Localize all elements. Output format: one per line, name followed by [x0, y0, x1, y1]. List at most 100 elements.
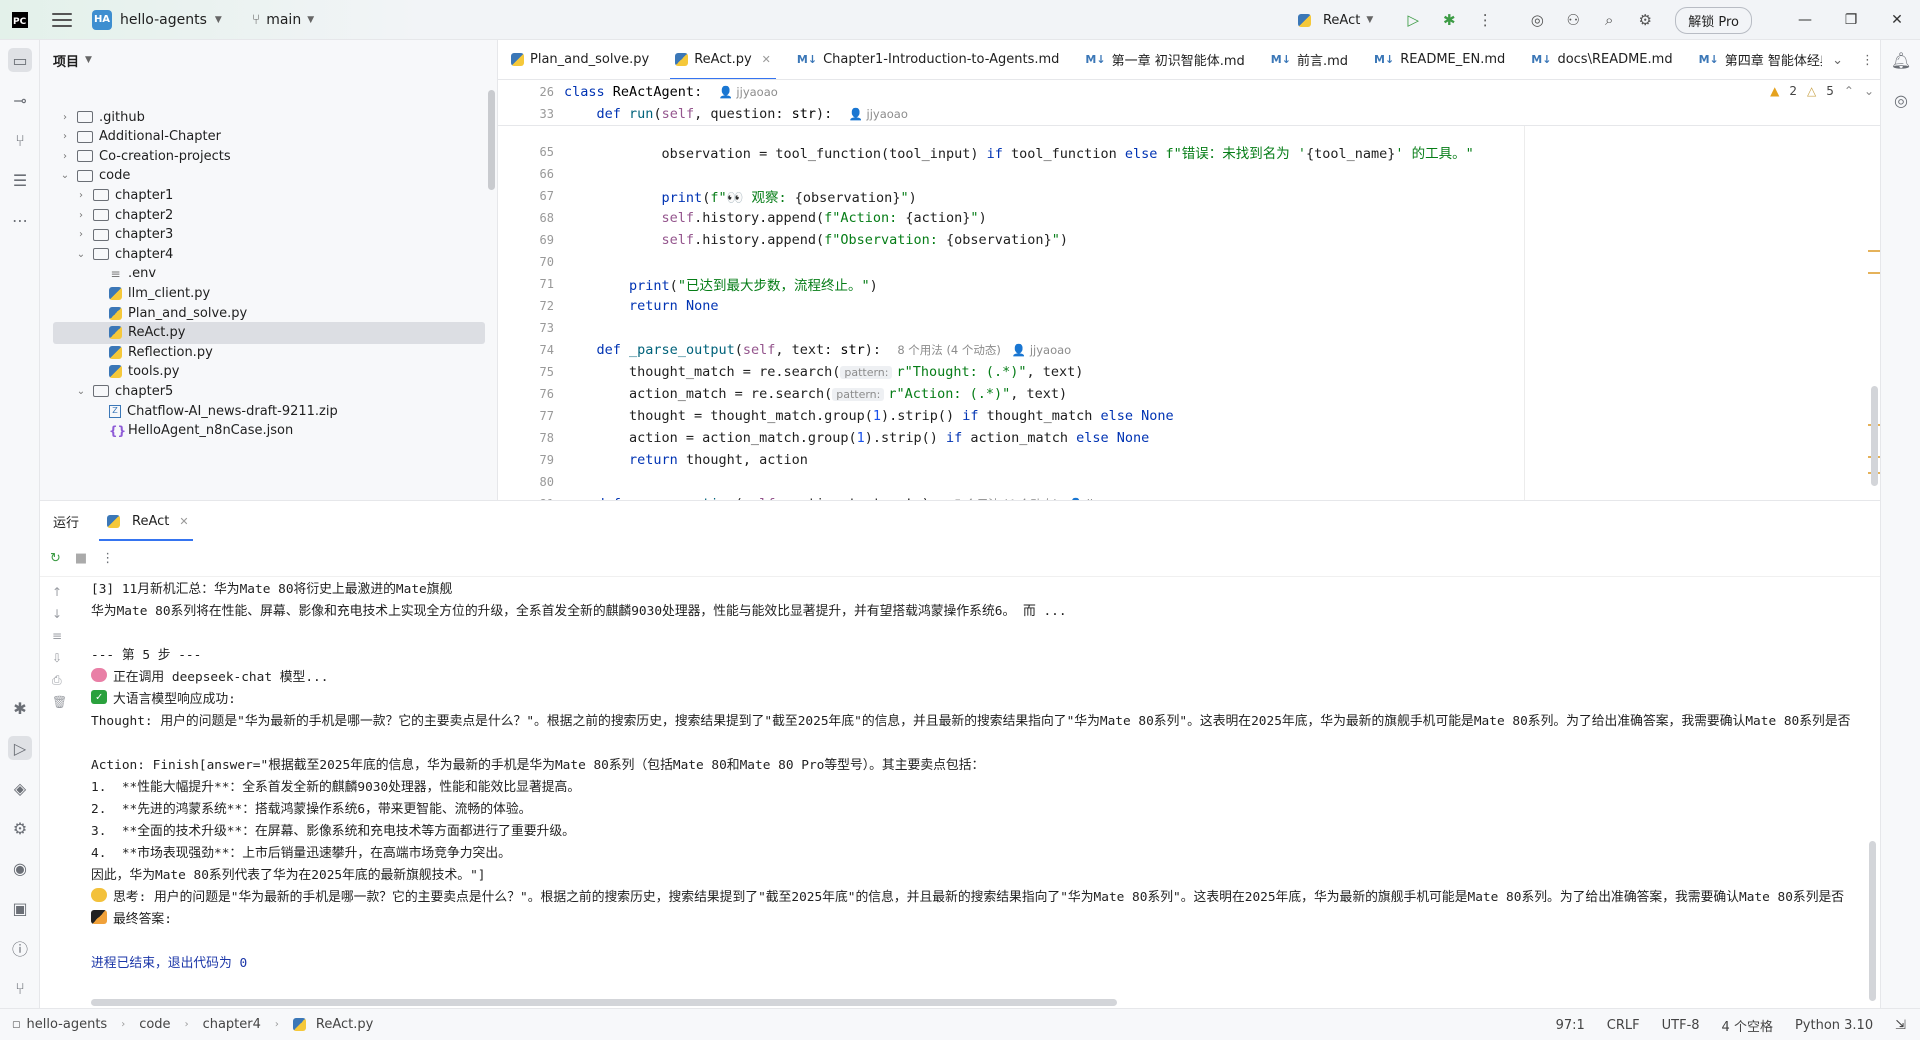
console-horizontal-scrollbar[interactable] — [91, 999, 1117, 1006]
settings-gear-icon[interactable]: ⚙ — [1635, 10, 1655, 30]
code-line[interactable]: 74 def _parse_output(self, text: str): 8… — [498, 339, 1880, 361]
app-logo[interactable]: PC — [12, 11, 28, 28]
python-interpreter[interactable]: Python 3.10 — [1795, 1018, 1873, 1033]
run-config-selector[interactable]: ReAct ▼ — [1294, 13, 1373, 28]
git-icon[interactable]: ⑂ — [8, 976, 32, 1000]
debug-tool-icon[interactable]: ✱ — [8, 696, 32, 720]
editor-scrollbar[interactable] — [1871, 386, 1878, 486]
chevron-right-icon[interactable]: › — [57, 112, 73, 123]
breadcrumb-item[interactable]: hello-agents — [27, 1017, 108, 1032]
project-panel-header[interactable]: 项目 ▼ — [40, 40, 497, 80]
scroll-down-icon[interactable]: ↓ — [52, 607, 62, 621]
chevron-right-icon[interactable]: › — [73, 229, 89, 240]
chevron-right-icon[interactable]: › — [73, 190, 89, 201]
add-user-icon[interactable]: ⚇ — [1563, 10, 1583, 30]
code-line[interactable]: 77 thought = thought_match.group(1).stri… — [498, 405, 1880, 427]
problems-icon[interactable]: ⓘ — [8, 936, 32, 960]
code-line[interactable]: 26 class ReActAgent: 👤 jjyaoao — [498, 81, 1880, 103]
code-line[interactable]: 69 self.history.append(f"Observation: {o… — [498, 229, 1880, 251]
editor-tab[interactable]: ReAct.py ✕ — [662, 40, 784, 79]
line-ending[interactable]: CRLF — [1607, 1018, 1640, 1033]
debug-icon[interactable]: ✱ — [1439, 10, 1459, 30]
run-tool-icon[interactable]: ▷ — [8, 736, 32, 760]
editor-tab[interactable]: M↓ 前言.md — [1258, 40, 1361, 79]
editor-tab[interactable]: M↓ Chapter1-Introduction-to-Agents.md — [784, 40, 1073, 79]
chevron-down-icon[interactable]: ⌄ — [57, 170, 73, 181]
tab-list-chevron-icon[interactable]: ⌄ — [1832, 53, 1843, 68]
code-area[interactable]: 26 class ReActAgent: 👤 jjyaoao 33 def run(… — [498, 80, 1880, 512]
chevron-down-icon[interactable]: ⌄ — [73, 249, 89, 260]
branch-switcher[interactable]: ⑂ main ▼ — [252, 12, 314, 28]
ai-assistant-icon[interactable]: ◎ — [1527, 10, 1547, 30]
caret-position[interactable]: 97:1 — [1556, 1018, 1585, 1033]
print-icon[interactable]: ⎙ — [52, 673, 62, 688]
editor-tab[interactable]: M↓ 第一章 初识智能体.md — [1072, 40, 1257, 79]
console-vertical-scrollbar[interactable] — [1869, 841, 1876, 1001]
main-menu-icon[interactable] — [52, 12, 72, 27]
code-line[interactable]: 72 return None — [498, 295, 1880, 317]
rerun-icon[interactable]: ↻ — [50, 551, 61, 566]
indent-setting[interactable]: 4 个空格 — [1722, 1016, 1773, 1035]
code-line[interactable]: 67 print(f"👀 观察: {observation}") — [498, 185, 1880, 207]
next-highlight-icon[interactable]: ⌄ — [1864, 84, 1874, 98]
commit-icon[interactable]: ⊸ — [8, 88, 32, 112]
tab-more-icon[interactable]: ⋮ — [1861, 53, 1874, 68]
code-line[interactable]: 75 thought_match = re.search(pattern: r"T… — [498, 361, 1880, 383]
breadcrumb-item[interactable]: code — [139, 1017, 170, 1032]
breadcrumb-item[interactable]: ReAct.py — [316, 1017, 373, 1032]
more-actions-icon[interactable]: ⋮ — [1475, 10, 1495, 30]
code-line[interactable]: 80 — [498, 471, 1880, 493]
code-line[interactable]: 70 — [498, 251, 1880, 273]
code-line[interactable]: 71 print("已达到最大步数，流程终止。") — [498, 273, 1880, 295]
project-scrollbar[interactable] — [488, 90, 495, 190]
code-line[interactable]: 66 — [498, 163, 1880, 185]
editor-tab[interactable]: M↓ docs\README.md — [1518, 40, 1685, 79]
code-line[interactable]: 68 self.history.append(f"Action: {action… — [498, 207, 1880, 229]
scroll-to-end-icon[interactable]: ⇩ — [52, 651, 62, 665]
ai-chat-icon[interactable]: ◎ — [1889, 88, 1913, 112]
close-icon[interactable]: ✕ — [762, 53, 771, 66]
prev-highlight-icon[interactable]: ⌃ — [1844, 84, 1854, 98]
more-tools-icon[interactable]: ⋯ — [8, 208, 32, 232]
search-icon[interactable]: ⌕ — [1599, 10, 1619, 30]
clear-all-icon[interactable]: 🗑︎ — [52, 695, 67, 709]
tree-item[interactable]: Plan_and_solve.py — [53, 302, 485, 324]
chevron-down-icon[interactable]: ⌄ — [73, 386, 89, 397]
console-output[interactable]: [3] 11月新机汇总：华为Mate 80将衍史上最激进的Mate旗舰 华为Mat… — [91, 577, 1870, 997]
structure-icon[interactable]: ☰ — [8, 168, 32, 192]
code-line[interactable]: 79 return thought, action — [498, 449, 1880, 471]
scroll-up-icon[interactable]: ↑ — [52, 585, 62, 599]
chevron-right-icon[interactable]: › — [57, 151, 73, 162]
more-icon[interactable]: ⋮ — [101, 551, 114, 566]
code-line[interactable]: 76 action_match = re.search(pattern: r"Ac… — [498, 383, 1880, 405]
readonly-lock-icon[interactable]: ⇲ — [1895, 1018, 1906, 1033]
code-line[interactable]: 78 action = action_match.group(1).strip(… — [498, 427, 1880, 449]
services-icon[interactable]: ⚙ — [8, 816, 32, 840]
minimize-button[interactable]: — — [1782, 0, 1828, 40]
close-icon[interactable]: ✕ — [179, 515, 188, 528]
chevron-right-icon[interactable]: › — [57, 131, 73, 142]
file-encoding[interactable]: UTF-8 — [1662, 1018, 1700, 1033]
close-window-button[interactable]: ✕ — [1874, 0, 1920, 40]
stop-icon[interactable]: ■ — [75, 551, 87, 566]
inspection-widget[interactable]: ▲ 2 △ 5 ⌃ ⌄ — [1770, 84, 1874, 98]
run-icon[interactable]: ▷ — [1403, 10, 1423, 30]
python-console-icon[interactable]: ◉ — [8, 856, 32, 880]
soft-wrap-icon[interactable]: ≡ — [52, 629, 62, 643]
notifications-bell-icon[interactable]: 🔔︎ — [1889, 48, 1913, 72]
terminal-icon[interactable]: ▣ — [8, 896, 32, 920]
unlock-pro-button[interactable]: 解锁 Pro — [1675, 6, 1752, 34]
project-folder-icon[interactable]: ▭ — [8, 48, 32, 72]
project-switcher[interactable]: HA hello-agents ▼ — [92, 9, 222, 30]
run-tab-react[interactable]: ReAct ✕ — [99, 501, 193, 541]
breadcrumb-item[interactable]: chapter4 — [203, 1017, 261, 1032]
pull-requests-icon[interactable]: ⑂ — [8, 128, 32, 152]
code-line[interactable]: 65 observation = tool_function(tool_inpu… — [498, 141, 1880, 163]
editor-tab[interactable]: Plan_and_solve.py — [498, 40, 662, 79]
chevron-right-icon[interactable]: › — [73, 210, 89, 221]
editor-tab[interactable]: M↓ README_EN.md — [1361, 40, 1518, 79]
code-line[interactable]: 73 — [498, 317, 1880, 339]
restore-button[interactable]: ❐ — [1828, 0, 1874, 40]
tree-item[interactable]: {} HelloAgent_n8nCase.json — [53, 420, 485, 442]
code-line[interactable]: 33 def run(self, question: str): 👤 jjyao… — [498, 103, 1880, 125]
